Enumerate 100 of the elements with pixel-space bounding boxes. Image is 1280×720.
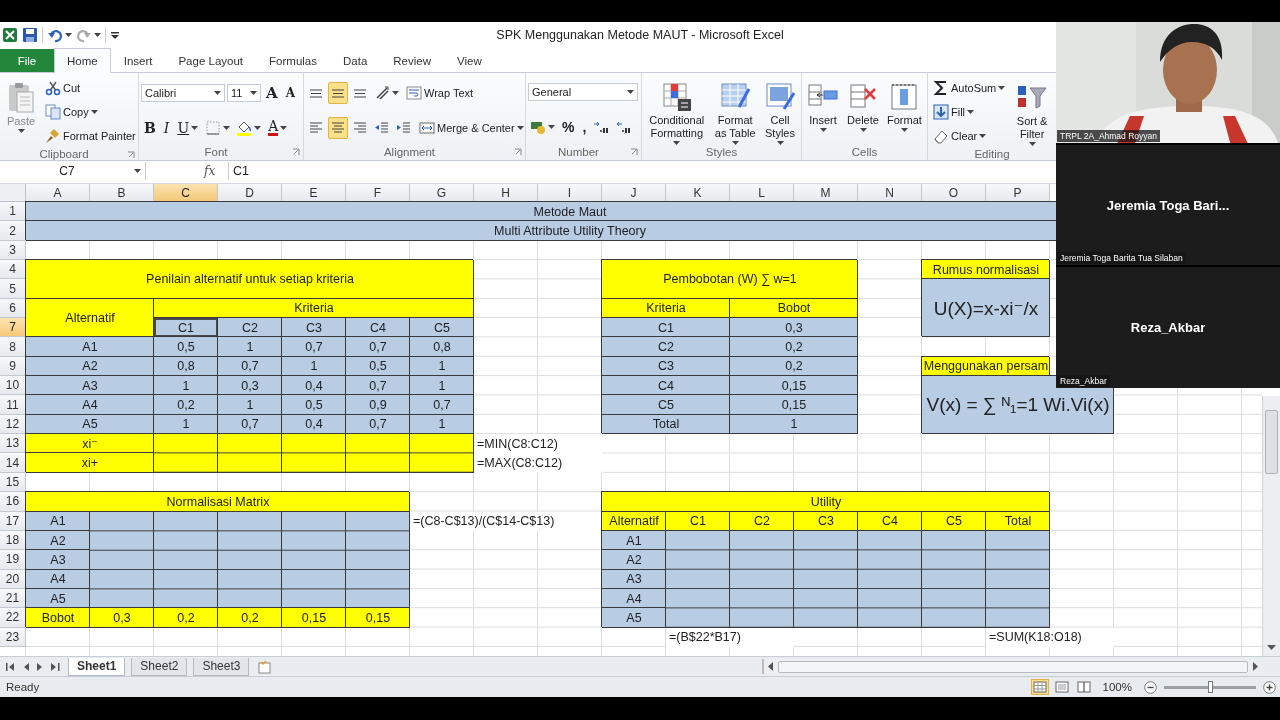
- column-header[interactable]: A: [26, 184, 90, 202]
- zoom-level[interactable]: 100%: [1102, 681, 1132, 693]
- caret-icon: [90, 110, 98, 114]
- spreadsheet-cell: 0,2: [218, 608, 282, 628]
- font-name-field[interactable]: Calibri: [141, 84, 225, 103]
- ribbon-tab[interactable]: View: [444, 49, 495, 72]
- ribbon-tab[interactable]: Home: [54, 48, 111, 73]
- spreadsheet-cell: 0,5: [346, 356, 410, 377]
- ribbon-tab[interactable]: Review: [380, 49, 444, 72]
- spreadsheet-cell: A3: [26, 376, 154, 396]
- scroll-thumb[interactable]: [778, 661, 1248, 673]
- row-header[interactable]: 16: [0, 492, 26, 512]
- row-header[interactable]: 2: [0, 221, 26, 241]
- page-layout-button[interactable]: [1052, 679, 1071, 695]
- percent-button[interactable]: %: [559, 115, 578, 138]
- underline-button[interactable]: U: [174, 116, 202, 139]
- wrap-button[interactable]: Wrap Text: [403, 82, 477, 105]
- row-header[interactable]: 21: [0, 588, 26, 609]
- row-header[interactable]: 20: [0, 569, 26, 589]
- shrink-button[interactable]: A: [282, 82, 298, 105]
- merge-icon: [419, 119, 435, 136]
- row-header[interactable]: 17: [0, 511, 26, 531]
- column-header[interactable]: P: [986, 184, 1050, 202]
- bold-button[interactable]: B: [141, 116, 159, 139]
- autosum-button[interactable]: AutoSum: [930, 77, 1009, 99]
- row-header[interactable]: 3: [0, 240, 26, 261]
- column-header[interactable]: I: [538, 184, 602, 202]
- row-header[interactable]: 7: [0, 318, 26, 338]
- row-header[interactable]: 4: [0, 260, 26, 280]
- cell-styles-button[interactable]: Cell Styles: [761, 77, 799, 144]
- conditional-button[interactable]: Conditional Formatting: [644, 77, 710, 144]
- ribbon-tab[interactable]: Insert: [110, 49, 166, 72]
- scroll-thumb[interactable]: [1265, 410, 1278, 474]
- insert-cells-button[interactable]: Insert: [804, 77, 842, 144]
- format-cells-button[interactable]: Format: [884, 77, 925, 144]
- ribbon-tab[interactable]: Data: [330, 49, 381, 72]
- column-header[interactable]: E: [282, 184, 346, 202]
- clear-button[interactable]: Clear: [930, 125, 990, 147]
- font-size-field[interactable]: 11: [227, 84, 261, 103]
- file-tab[interactable]: File: [0, 49, 54, 72]
- column-header[interactable]: J: [602, 184, 666, 202]
- spreadsheet-cell: 1: [154, 376, 218, 396]
- ribbon-tab[interactable]: Page Layout: [165, 49, 257, 72]
- name-box[interactable]: C7: [0, 162, 146, 180]
- column-header[interactable]: H: [474, 184, 538, 202]
- copy-button[interactable]: Copy: [42, 101, 101, 123]
- sheet-tab[interactable]: Sheet3: [193, 657, 250, 676]
- column-header[interactable]: L: [730, 184, 794, 202]
- fill-button[interactable]: Fill: [930, 101, 978, 123]
- row-header[interactable]: 10: [0, 376, 26, 396]
- column-header[interactable]: B: [90, 184, 154, 202]
- merge-button[interactable]: Merge & Center: [416, 116, 527, 139]
- format-table-button[interactable]: Format as Table: [711, 77, 759, 144]
- align-center-button[interactable]: [328, 116, 348, 139]
- row-header[interactable]: 8: [0, 337, 26, 357]
- cut-button[interactable]: Cut: [42, 77, 84, 99]
- delete-cells-button[interactable]: Delete: [844, 77, 882, 144]
- column-header[interactable]: C: [154, 184, 218, 202]
- sort-button[interactable]: Sort & Filter: [1010, 79, 1054, 145]
- spreadsheet-cell: C2: [218, 318, 282, 338]
- row-header[interactable]: 15: [0, 472, 26, 493]
- number-format-field[interactable]: General: [528, 83, 638, 102]
- row-header[interactable]: 18: [0, 530, 26, 551]
- normal-view-button[interactable]: [1030, 679, 1049, 695]
- excel-button[interactable]: [2, 25, 18, 45]
- column-header[interactable]: O: [922, 184, 986, 202]
- row-header[interactable]: 13: [0, 434, 26, 454]
- row-header[interactable]: 19: [0, 550, 26, 570]
- font-color-button[interactable]: A: [265, 116, 291, 139]
- italic-button[interactable]: I: [160, 116, 173, 139]
- grow-button[interactable]: A: [263, 82, 281, 105]
- spreadsheet-cell: 0,5: [154, 337, 218, 357]
- row-header[interactable]: 12: [0, 414, 26, 435]
- row-header[interactable]: 23: [0, 627, 26, 647]
- page-break-button[interactable]: [1074, 679, 1093, 695]
- sheet-tab[interactable]: Sheet2: [131, 657, 188, 676]
- row-header[interactable]: 14: [0, 453, 26, 473]
- slider-thumb[interactable]: [1208, 680, 1213, 693]
- spreadsheet-cell: Kriteria: [154, 298, 474, 319]
- save-button[interactable]: [22, 25, 38, 45]
- vertical-scrollbar[interactable]: [1262, 396, 1280, 656]
- sheet-tab[interactable]: Sheet1: [68, 657, 126, 676]
- align-middle-button[interactable]: [328, 82, 348, 105]
- spreadsheet-cell: C1: [666, 511, 730, 531]
- painter-button[interactable]: Format Painter: [42, 125, 139, 147]
- ribbon-tab[interactable]: Formulas: [256, 49, 330, 72]
- column-header[interactable]: M: [794, 184, 858, 202]
- column-header[interactable]: D: [218, 184, 282, 202]
- row-header[interactable]: 11: [0, 395, 26, 415]
- column-header[interactable]: F: [346, 184, 410, 202]
- row-header[interactable]: 5: [0, 279, 26, 299]
- comma-button[interactable]: ,: [579, 115, 590, 138]
- column-header[interactable]: G: [410, 184, 474, 202]
- column-header[interactable]: N: [858, 184, 922, 202]
- row-header[interactable]: 9: [0, 356, 26, 377]
- row-header[interactable]: 1: [0, 202, 26, 222]
- spreadsheet-cell: C3: [602, 356, 730, 377]
- column-header[interactable]: K: [666, 184, 730, 202]
- row-header[interactable]: 22: [0, 608, 26, 628]
- row-header[interactable]: 6: [0, 298, 26, 319]
